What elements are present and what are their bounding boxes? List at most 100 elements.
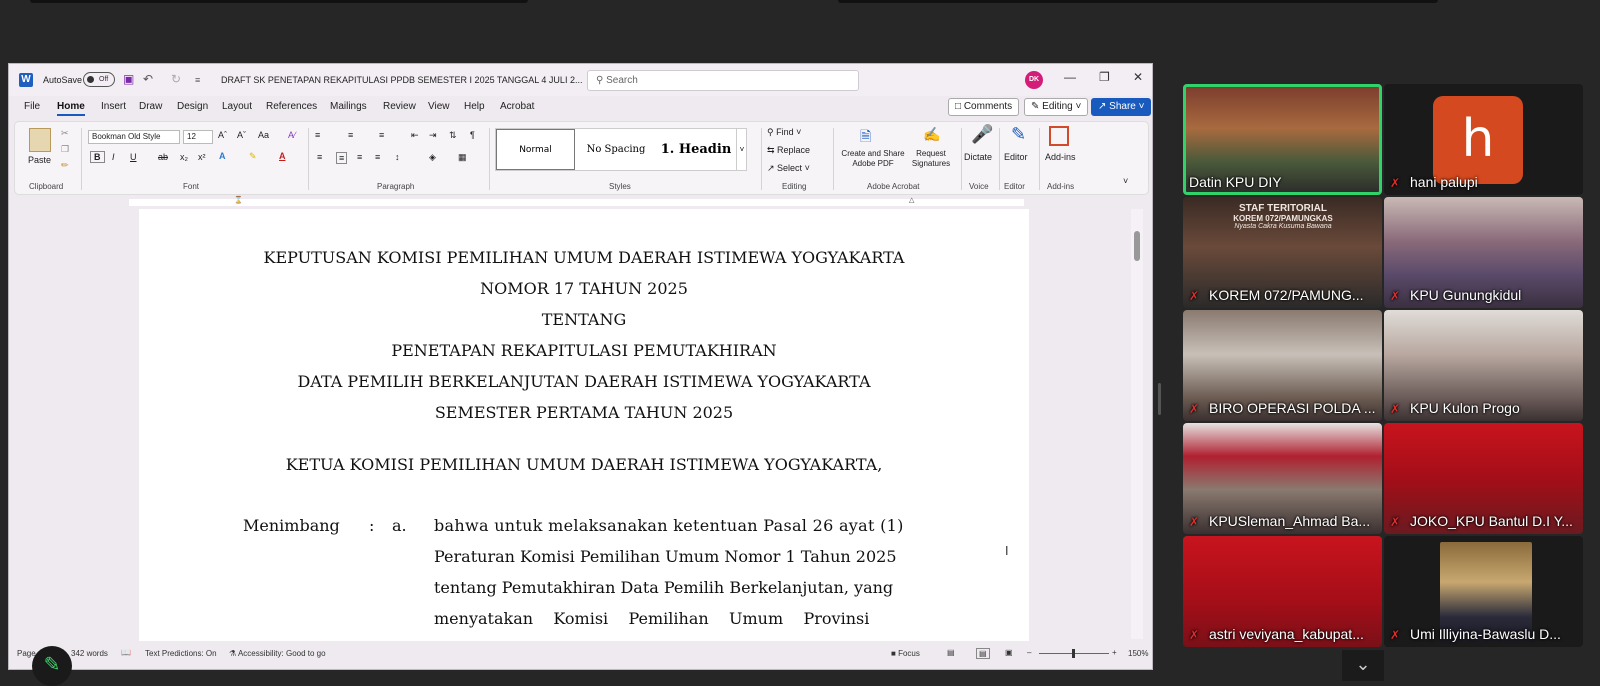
- text-effects-icon[interactable]: A: [219, 151, 226, 161]
- style-no-spacing[interactable]: No Spacing: [576, 129, 656, 170]
- select-button[interactable]: ↗ Select ˅: [767, 163, 810, 174]
- sort-icon[interactable]: ⇅: [449, 130, 457, 141]
- read-mode-icon[interactable]: ▤: [947, 648, 955, 657]
- zoom-in-icon[interactable]: +: [1112, 648, 1117, 657]
- format-painter-icon[interactable]: ✏: [61, 160, 69, 171]
- show-formatting-icon[interactable]: ¶: [470, 130, 475, 140]
- tab-acrobat[interactable]: Acrobat: [500, 101, 534, 112]
- copy-icon[interactable]: ❐: [61, 144, 69, 155]
- accessibility-status[interactable]: ⚗ Accessibility: Good to go: [229, 649, 326, 658]
- tab-view[interactable]: View: [428, 101, 450, 112]
- paste-label[interactable]: Paste: [28, 155, 51, 165]
- bullets-icon[interactable]: ≡: [315, 130, 320, 140]
- text-predictions-status[interactable]: Text Predictions: On: [145, 649, 217, 658]
- zoom-out-icon[interactable]: –: [1027, 648, 1031, 657]
- participant-tile[interactable]: ✗ KPU Kulon Progo: [1384, 310, 1583, 421]
- document-page[interactable]: KEPUTUSAN KOMISI PEMILIHAN UMUM DAERAH I…: [139, 209, 1029, 641]
- web-layout-icon[interactable]: ▣: [1005, 648, 1013, 657]
- line-spacing-icon[interactable]: ↕: [395, 152, 400, 162]
- participant-tile[interactable]: h ✗ hani palupi: [1384, 84, 1583, 195]
- collapse-ribbon-icon[interactable]: ˅: [1123, 176, 1128, 186]
- proofing-icon[interactable]: 📖: [121, 648, 131, 657]
- borders-icon[interactable]: ▦: [458, 152, 467, 163]
- participant-tile[interactable]: ✗ astri veviyana_kabupat...: [1183, 536, 1382, 647]
- paste-icon[interactable]: [29, 128, 51, 152]
- addins-button[interactable]: Add-ins: [1045, 152, 1076, 162]
- cut-icon[interactable]: ✂: [61, 128, 69, 139]
- create-pdf-icon[interactable]: 🗎: [860, 126, 871, 150]
- tab-help[interactable]: Help: [464, 101, 485, 112]
- multilevel-list-icon[interactable]: ≡: [379, 130, 384, 140]
- change-case-icon[interactable]: Aa: [258, 130, 269, 140]
- document-title[interactable]: DRAFT SK PENETAPAN REKAPITULASI PPDB SEM…: [221, 75, 582, 85]
- user-avatar[interactable]: DK: [1025, 71, 1043, 89]
- word-count[interactable]: 342 words: [71, 649, 108, 658]
- decrease-indent-icon[interactable]: ⇤: [411, 130, 419, 141]
- underline-icon[interactable]: U: [130, 152, 137, 162]
- tab-layout[interactable]: Layout: [222, 101, 252, 112]
- align-center-icon[interactable]: ≡: [336, 152, 348, 164]
- search-input[interactable]: ⚲ Search: [587, 70, 859, 91]
- participant-tile[interactable]: ✗ KPUSleman_Ahmad Ba...: [1183, 423, 1382, 534]
- participant-tile[interactable]: ✗ BIRO OPERASI POLDA ...: [1183, 310, 1382, 421]
- undo-icon[interactable]: ↶: [143, 72, 153, 86]
- redo-icon[interactable]: ↻: [171, 72, 181, 86]
- editor-icon[interactable]: ✎: [1011, 124, 1026, 145]
- minimize-icon[interactable]: —: [1064, 70, 1076, 84]
- scrollbar-thumb[interactable]: [1134, 231, 1140, 261]
- tab-review[interactable]: Review: [383, 101, 416, 112]
- vertical-scrollbar[interactable]: [1131, 209, 1143, 639]
- maximize-icon[interactable]: ❐: [1099, 70, 1110, 84]
- clear-formatting-icon[interactable]: A∕: [288, 130, 296, 140]
- save-icon[interactable]: ▣: [123, 72, 134, 86]
- font-color-icon[interactable]: A: [279, 151, 286, 161]
- font-name-select[interactable]: Bookman Old Style: [88, 130, 180, 144]
- align-right-icon[interactable]: ≡: [357, 152, 362, 162]
- dictate-button[interactable]: Dictate: [964, 152, 992, 162]
- indent-marker-icon[interactable]: ⌛: [234, 196, 243, 204]
- close-icon[interactable]: ✕: [1133, 70, 1143, 84]
- italic-icon[interactable]: I: [112, 152, 115, 162]
- zoom-slider-thumb[interactable]: [1072, 649, 1075, 658]
- find-button[interactable]: ⚲ Find ˅: [767, 127, 801, 138]
- style-normal[interactable]: Normal: [496, 129, 575, 170]
- participant-tile[interactable]: ✗ KPU Gunungkidul: [1384, 197, 1583, 308]
- right-indent-icon[interactable]: △: [909, 196, 914, 204]
- focus-button[interactable]: ■ Focus: [891, 649, 920, 658]
- request-signatures-button[interactable]: Request Signatures: [907, 149, 955, 169]
- superscript-icon[interactable]: x²: [198, 152, 206, 162]
- editor-button[interactable]: Editor: [1004, 152, 1028, 162]
- tab-design[interactable]: Design: [177, 101, 208, 112]
- addins-icon[interactable]: [1049, 126, 1069, 146]
- print-layout-icon[interactable]: ▤: [976, 648, 990, 659]
- annotate-pen-button[interactable]: ✎: [32, 646, 72, 686]
- justify-icon[interactable]: ≡: [375, 152, 380, 162]
- participant-tile[interactable]: ✗ JOKO_KPU Bantul D.I Y...: [1384, 423, 1583, 534]
- dictate-icon[interactable]: 🎤: [971, 124, 993, 145]
- request-signatures-icon[interactable]: ✍: [923, 126, 940, 143]
- tab-mailings[interactable]: Mailings: [330, 101, 367, 112]
- tab-references[interactable]: References: [266, 101, 317, 112]
- bold-icon[interactable]: B: [90, 151, 105, 163]
- grow-font-icon[interactable]: Aˆ: [218, 130, 227, 140]
- tab-file[interactable]: File: [24, 101, 40, 112]
- tab-draw[interactable]: Draw: [139, 101, 162, 112]
- tab-home[interactable]: Home: [57, 101, 85, 116]
- participant-tile[interactable]: ✗ Umi Illiyina-Bawaslu D...: [1384, 536, 1583, 647]
- participant-tile[interactable]: Datin KPU DIY: [1183, 84, 1382, 195]
- chevron-down-icon[interactable]: ⌄: [1342, 650, 1384, 681]
- align-left-icon[interactable]: ≡: [317, 152, 322, 162]
- create-share-pdf-button[interactable]: Create and Share Adobe PDF: [837, 149, 909, 169]
- autosave-toggle[interactable]: Off: [83, 72, 115, 87]
- highlight-icon[interactable]: ✎: [249, 151, 257, 162]
- increase-indent-icon[interactable]: ⇥: [429, 130, 437, 141]
- subscript-icon[interactable]: x₂: [180, 152, 188, 162]
- editing-mode-button[interactable]: ✎ Editing ˅: [1024, 98, 1089, 116]
- strikethrough-icon[interactable]: ab: [158, 152, 168, 162]
- replace-button[interactable]: ⇆ Replace: [767, 145, 810, 156]
- comments-button[interactable]: □ Comments: [948, 98, 1020, 116]
- share-button[interactable]: ↗ Share ˅: [1091, 98, 1152, 116]
- font-size-select[interactable]: 12: [183, 130, 213, 144]
- panel-splitter[interactable]: [1158, 383, 1161, 415]
- customize-qat-icon[interactable]: ≡: [195, 75, 200, 85]
